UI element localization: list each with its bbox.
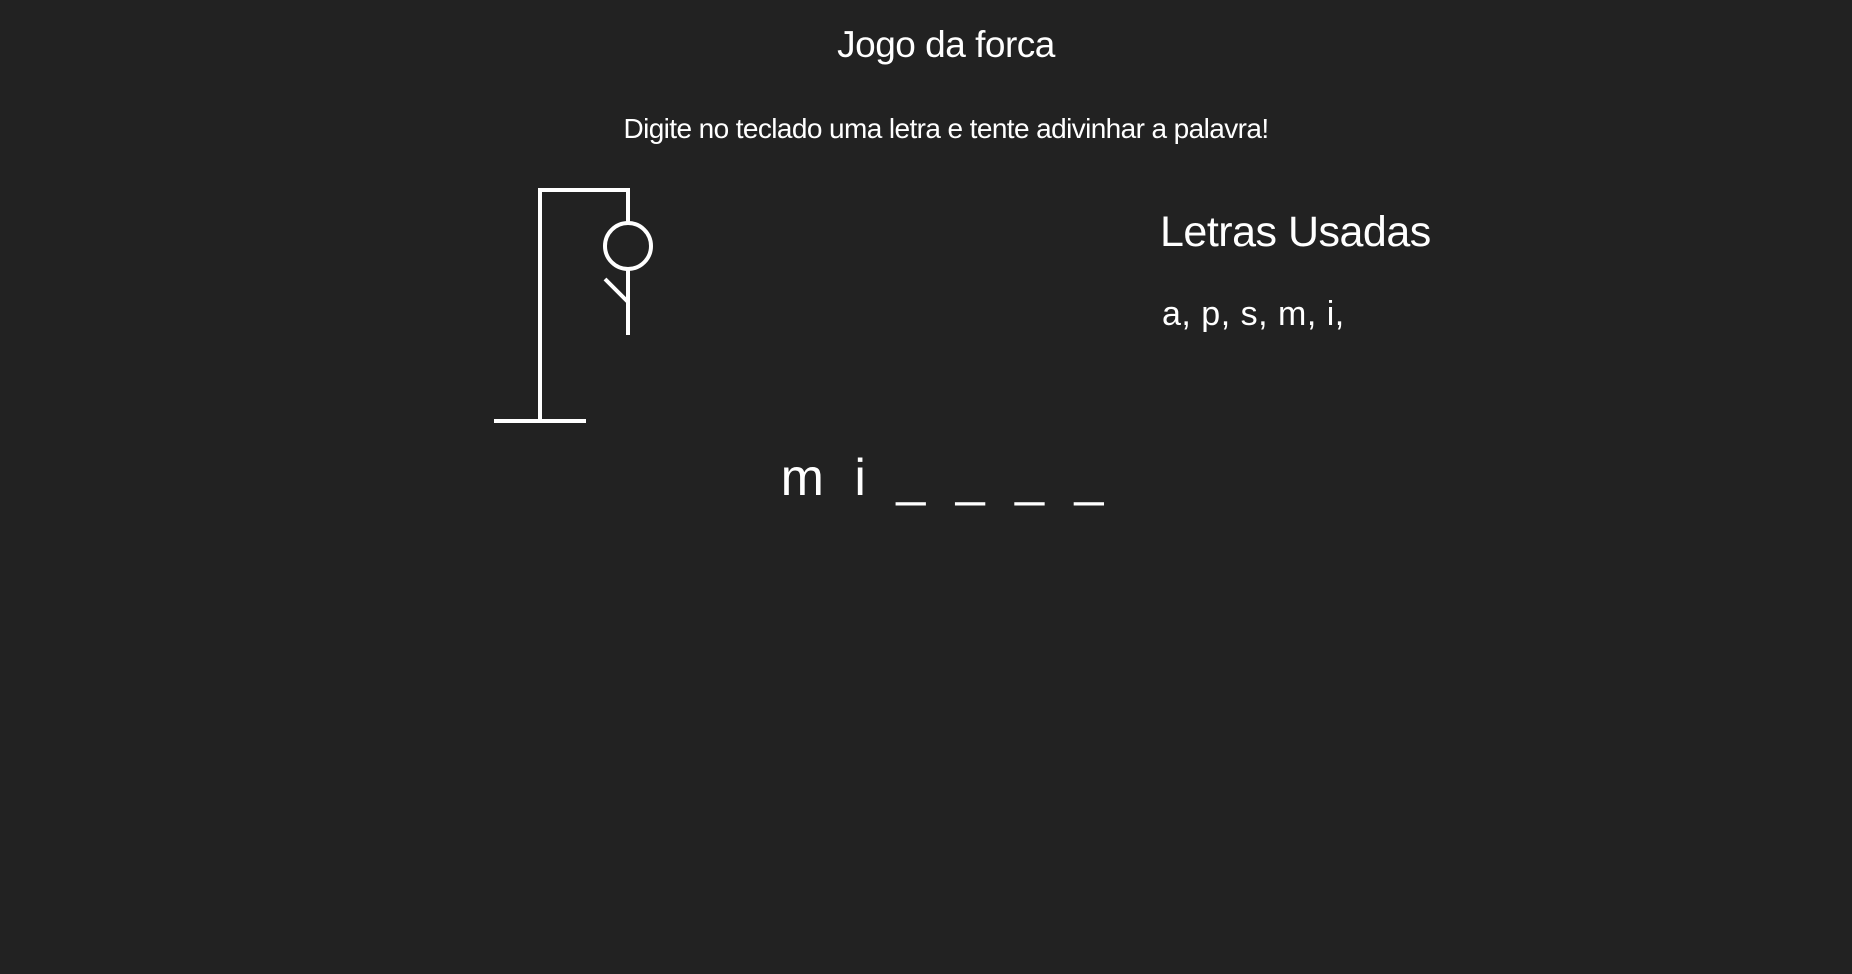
page-title: Jogo da forca <box>837 24 1055 65</box>
hangman-head <box>603 221 653 271</box>
used-letters-title: Letras Usadas <box>1160 208 1431 256</box>
word-display: m i _ _ _ _ <box>780 449 1112 507</box>
used-letters-panel: Letras Usadas a, p, s, m, i, <box>1160 208 1431 334</box>
hangman-game-page: Jogo da forca Digite no teclado uma letr… <box>0 0 1852 974</box>
used-letters-list: a, p, s, m, i, <box>1162 295 1345 333</box>
instructions-text: Digite no teclado uma letra e tente adiv… <box>623 113 1269 144</box>
hangman-left-arm <box>603 277 630 304</box>
hangman-drawing <box>494 188 653 423</box>
